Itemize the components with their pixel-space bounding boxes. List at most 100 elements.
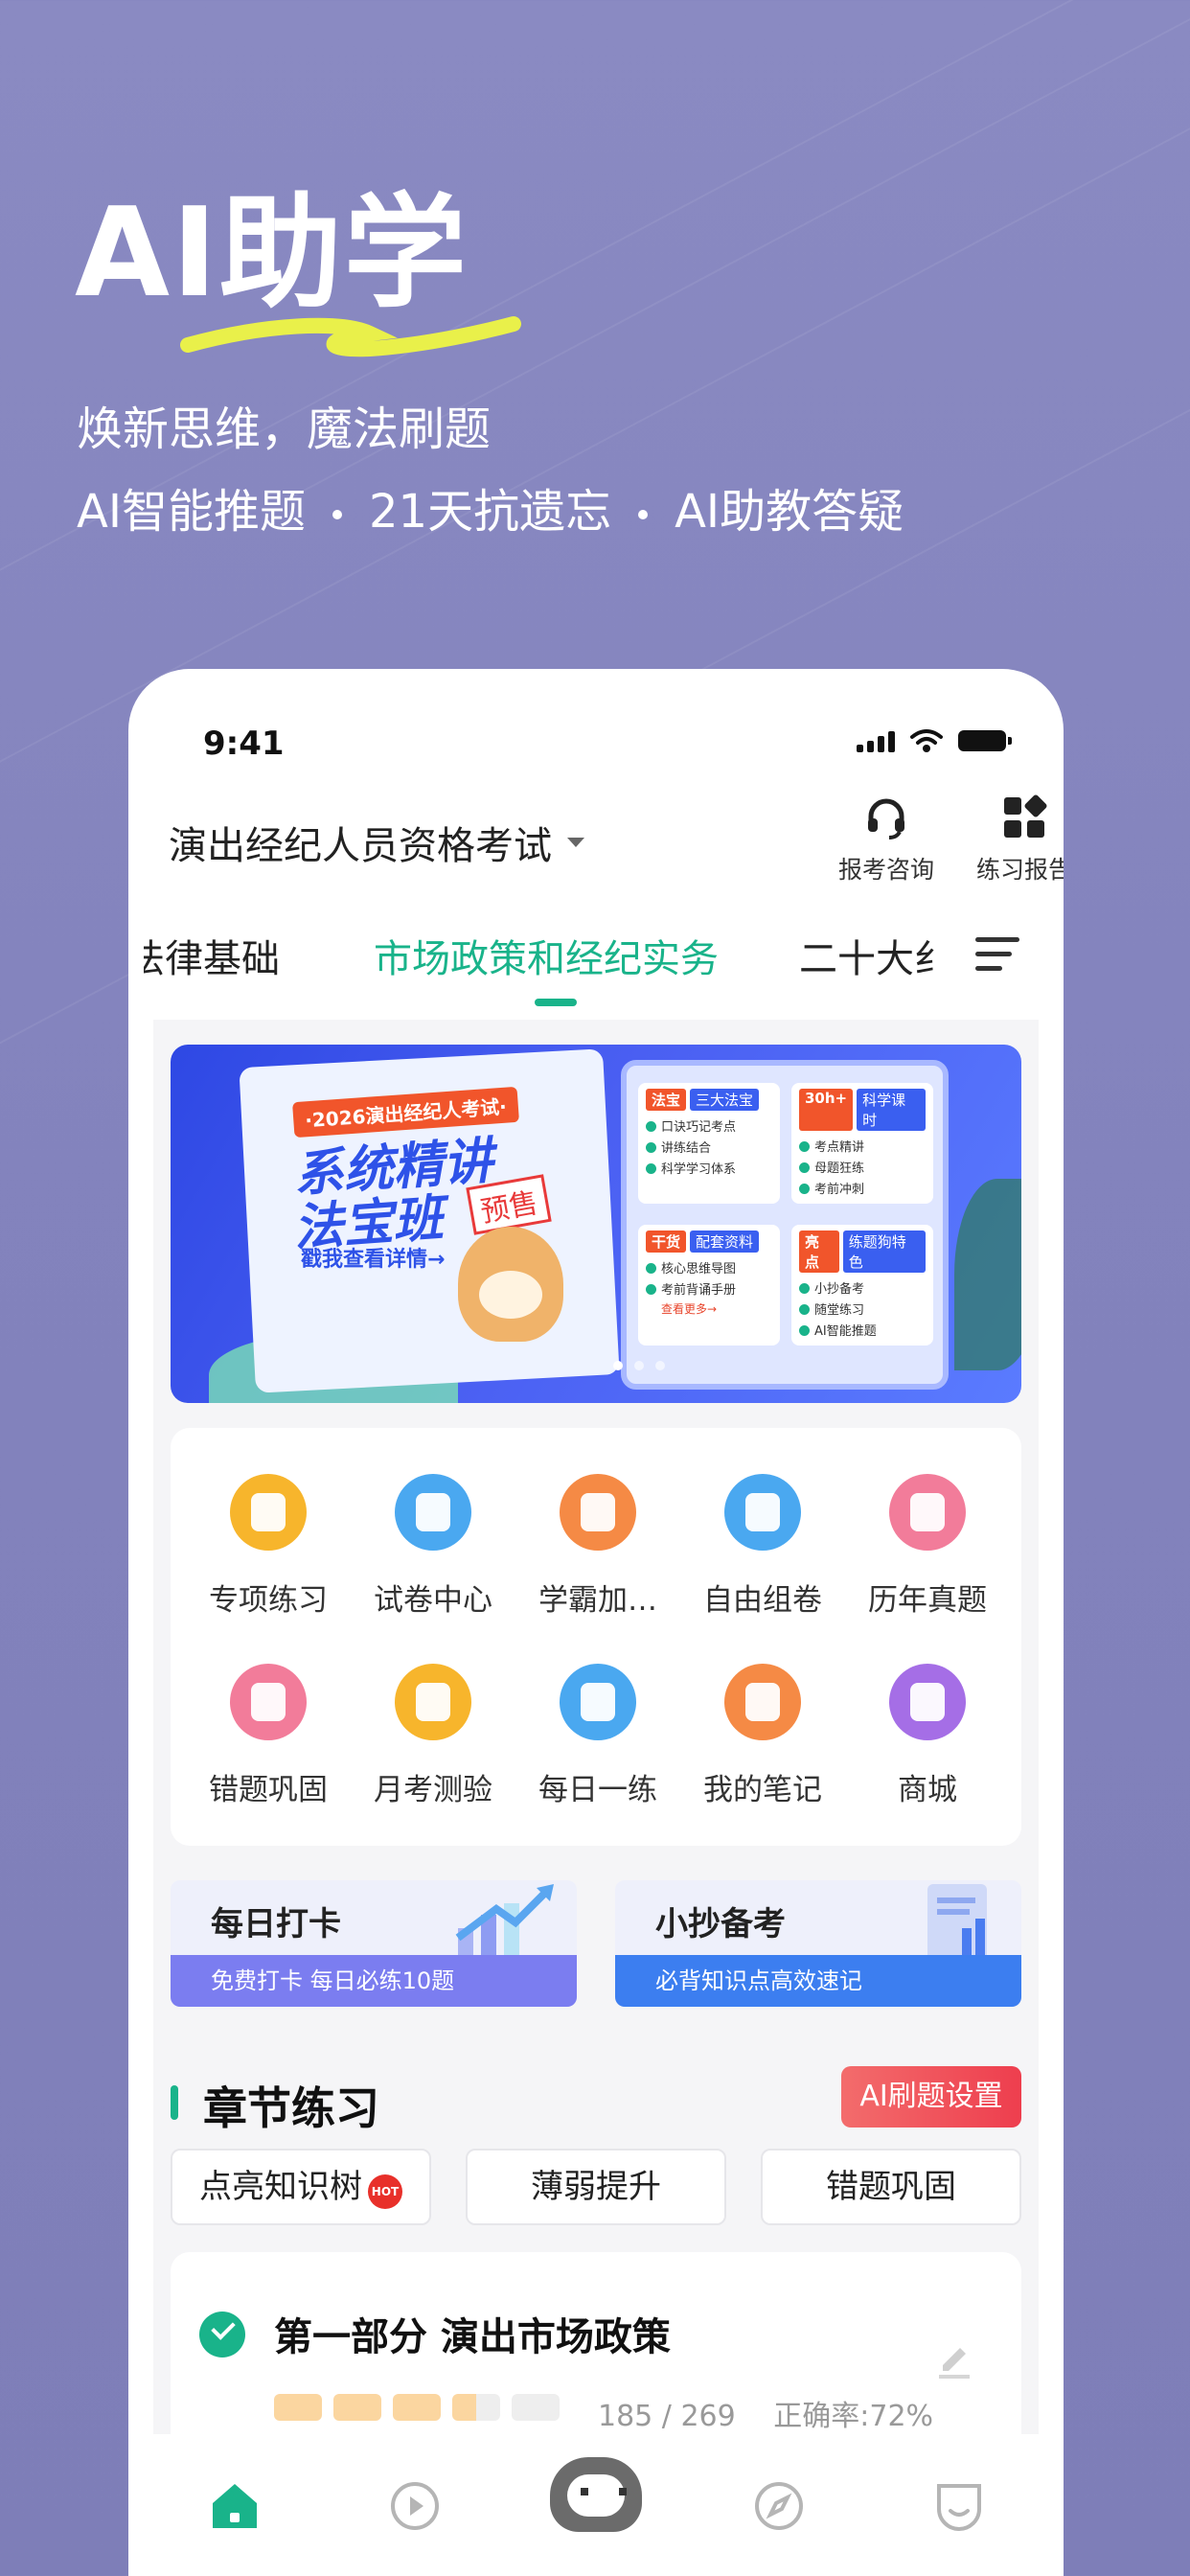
tool-label: 自由组卷 xyxy=(703,1583,822,1618)
card-item: 口诀巧记考点 xyxy=(646,1116,772,1135)
bag-icon xyxy=(889,1664,966,1740)
banner-card: 30h+ 科学课时 考点精讲 母题狂练 考前冲刺 xyxy=(791,1083,933,1204)
card-sub: 配套资料 xyxy=(690,1230,760,1253)
banner-card: 干货 配套资料 核心思维导图 考前背诵手册 查看更多→ xyxy=(638,1225,780,1346)
icon-glyph xyxy=(251,1683,286,1721)
hero-features: AI智能推题 21天抗遗忘 AI助教答疑 xyxy=(77,473,904,540)
tab-twentieth-congress[interactable]: 二十大纟 xyxy=(799,928,941,983)
signal-icon xyxy=(857,729,895,752)
grid-report-icon xyxy=(1004,794,1047,838)
icon-glyph xyxy=(910,1683,945,1721)
tool-notebook[interactable]: 专项练习 xyxy=(186,1474,351,1619)
card-sub: 三大法宝 xyxy=(690,1089,760,1111)
error-book-icon xyxy=(230,1664,307,1740)
icon-glyph xyxy=(416,1683,450,1721)
tool-paper[interactable]: 试卷中心 xyxy=(351,1474,515,1619)
headset-icon xyxy=(868,798,904,840)
play-icon[interactable] xyxy=(385,2476,445,2536)
report-button[interactable]: 练习报告 xyxy=(962,794,1064,886)
cheatsheet-card[interactable]: 小抄备考 必背知识点高效速记 xyxy=(615,1880,1021,2007)
cheatsheet-title: 小抄备考 xyxy=(655,1905,786,1944)
ai-settings-button[interactable]: AI刷题设置 xyxy=(841,2066,1021,2128)
compass-icon[interactable] xyxy=(749,2476,809,2536)
tool-card-plus[interactable]: 自由组卷 xyxy=(680,1474,845,1619)
banner-card: 法宝 三大法宝 口诀巧记考点 讲练结合 科学学习体系 xyxy=(638,1083,780,1204)
card-item: 考前冲刺 xyxy=(799,1179,926,1197)
feature-text: 21天抗遗忘 xyxy=(369,485,612,539)
card-sub: 练题狗特色 xyxy=(842,1230,926,1273)
feature-text: AI助教答疑 xyxy=(675,485,904,539)
chapter-item[interactable]: 第一部分 演出市场政策 185 / 269 正确率:72% xyxy=(171,2252,1021,2448)
card-item: 科学学习体系 xyxy=(646,1159,772,1177)
mail-icon xyxy=(889,1474,966,1551)
icon-glyph xyxy=(745,1493,780,1531)
card-more-link: 查看更多→ xyxy=(661,1302,718,1316)
weak-improve-button[interactable]: 薄弱提升 xyxy=(466,2149,726,2225)
promo-banner[interactable]: ·2026演出经纪人考试· 系统精讲 法宝班 预售 戳我查看详情→ 法宝 三大法宝… xyxy=(171,1045,1021,1403)
card-sub: 科学课时 xyxy=(857,1089,926,1131)
hot-badge-icon: HOT xyxy=(368,2174,402,2209)
tool-label: 专项练习 xyxy=(209,1583,328,1618)
tool-note-edit[interactable]: 我的笔记 xyxy=(680,1664,845,1808)
card-item: 小抄备考 xyxy=(799,1278,926,1297)
exam-selector[interactable]: 演出经纪人员资格考试 xyxy=(169,815,584,870)
card-item: 核心思维导图 xyxy=(646,1258,772,1276)
notebook-icon xyxy=(230,1474,307,1551)
card-plus-icon xyxy=(724,1474,801,1551)
card-item: AI智能推题 xyxy=(799,1321,926,1339)
trend-arrow-icon xyxy=(455,1884,554,1963)
tool-label: 试卷中心 xyxy=(374,1583,492,1618)
card-item: 随堂练习 xyxy=(799,1300,926,1318)
tool-heart-badge[interactable]: 学霸加… xyxy=(515,1474,680,1619)
home-icon[interactable] xyxy=(205,2476,264,2536)
tab-market-policy[interactable]: 市场政策和经纪实务 xyxy=(374,928,719,983)
pen-icon xyxy=(560,1664,636,1740)
tool-trophy[interactable]: 月考测验 xyxy=(351,1664,515,1808)
tools-grid: 专项练习 试卷中心 学霸加… 自由组卷 历年真题错题巩固 月考测验 每日一练 我的笔记 商城 xyxy=(171,1428,1021,1846)
separator-dot xyxy=(638,510,649,519)
daily-checkin-card[interactable]: 每日打卡 免费打卡 每日必练10题 xyxy=(171,1880,577,2007)
document-chart-icon xyxy=(927,1884,987,1961)
tool-label: 月考测验 xyxy=(374,1773,492,1807)
yellow-underline-decoration xyxy=(180,316,521,357)
report-label: 练习报告 xyxy=(975,856,1064,884)
tool-pen[interactable]: 每日一练 xyxy=(515,1664,680,1808)
tool-label: 错题巩固 xyxy=(209,1773,328,1807)
check-circle-icon xyxy=(199,2312,245,2358)
status-icons xyxy=(857,728,1012,753)
pencil-icon[interactable] xyxy=(935,2342,973,2380)
tool-bag[interactable]: 商城 xyxy=(845,1664,1010,1808)
checkin-title: 每日打卡 xyxy=(211,1905,341,1944)
menu-icon[interactable] xyxy=(975,937,1019,980)
icon-glyph xyxy=(910,1493,945,1531)
tab-legal-basics[interactable]: 法律基础 xyxy=(144,928,280,983)
card-item: 母题狂练 xyxy=(799,1158,926,1176)
tool-mail[interactable]: 历年真题 xyxy=(845,1474,1010,1619)
phone-mockup: 9:41 演出经纪人员资格考试 报考咨询 练习报告 法律基础 市场政策和经纪实务… xyxy=(128,669,1064,2576)
consult-label: 报考咨询 xyxy=(837,856,934,884)
icon-glyph xyxy=(251,1493,286,1531)
icon-glyph xyxy=(581,1493,615,1531)
checkin-subtitle: 免费打卡 每日必练10题 xyxy=(171,1955,577,2007)
knowledge-tree-button[interactable]: 点亮知识树 HOT xyxy=(171,2149,431,2225)
chapter-progress-text: 185 / 269 正确率:72% xyxy=(598,2392,933,2434)
active-tab-indicator xyxy=(535,999,577,1006)
pill-label: 点亮知识树 xyxy=(199,2168,362,2206)
chapter-progress-bar xyxy=(274,2394,560,2421)
banner-cta: 戳我查看详情→ xyxy=(301,1248,446,1272)
card-tag: 亮点 xyxy=(799,1230,839,1273)
tool-error-book[interactable]: 错题巩固 xyxy=(186,1664,351,1808)
wifi-icon xyxy=(910,729,943,752)
profile-icon[interactable] xyxy=(929,2476,989,2536)
subject-tabs: 法律基础 市场政策和经纪实务 二十大纟 xyxy=(128,928,1064,1020)
tool-label: 学霸加… xyxy=(538,1583,657,1618)
tool-label: 每日一练 xyxy=(538,1773,657,1807)
hero-subtitle: 焕新思维，魔法刷题 xyxy=(77,402,492,456)
separator-dot xyxy=(332,510,342,519)
robot-icon[interactable] xyxy=(550,2457,642,2532)
mistake-review-button[interactable]: 错题巩固 xyxy=(761,2149,1021,2225)
dog-mascot-illustration xyxy=(458,1227,563,1342)
card-item: 考前背诵手册 xyxy=(646,1279,772,1298)
bottom-tab-bar xyxy=(128,2434,1064,2576)
consult-button[interactable]: 报考咨询 xyxy=(824,794,949,886)
